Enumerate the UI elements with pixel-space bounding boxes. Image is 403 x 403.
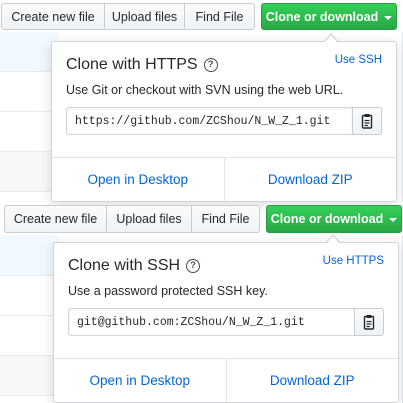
file-table-background xyxy=(0,32,58,202)
use-ssh-link[interactable]: Use SSH xyxy=(335,54,382,66)
clone-url-group xyxy=(68,308,384,336)
download-zip-link[interactable]: Download ZIP xyxy=(225,359,399,402)
dropdown-arrow-inner xyxy=(324,35,338,43)
clone-or-download-button[interactable]: Clone or download xyxy=(266,205,402,233)
clippy-icon xyxy=(361,114,373,129)
clone-dropdown: Clone with HTTPS ? Use SSH Use Git or ch… xyxy=(51,33,397,202)
dropdown-footer: Open in Desktop Download ZIP xyxy=(54,358,398,402)
use-https-link[interactable]: Use HTTPS xyxy=(323,255,384,267)
copy-url-button[interactable] xyxy=(354,308,384,336)
create-new-file-button[interactable]: Create new file xyxy=(4,205,107,233)
clone-url-input[interactable] xyxy=(66,107,352,135)
file-row xyxy=(0,152,58,192)
dropdown-arrow-inner xyxy=(326,236,340,244)
clone-title-text: Clone with HTTPS xyxy=(66,56,198,73)
create-new-file-button[interactable]: Create new file xyxy=(1,3,105,30)
file-row xyxy=(0,236,58,276)
clone-description: Use Git or checkout with SVN using the w… xyxy=(66,83,344,97)
file-row xyxy=(0,316,58,356)
clone-url-group xyxy=(66,107,382,135)
clone-dropdown: Clone with SSH ? Use HTTPS Use a passwor… xyxy=(53,234,399,403)
clone-panel-ssh: Create new file Upload files Find File C… xyxy=(0,202,403,403)
upload-files-button[interactable]: Upload files xyxy=(106,205,192,233)
caret-down-icon xyxy=(384,15,393,20)
clone-title-text: Clone with SSH xyxy=(68,257,181,274)
copy-url-button[interactable] xyxy=(352,107,382,135)
find-file-button[interactable]: Find File xyxy=(191,205,260,233)
download-zip-link[interactable]: Download ZIP xyxy=(223,158,397,201)
clone-panel-https: Create new file Upload files Find File C… xyxy=(0,0,403,202)
file-row xyxy=(0,112,58,152)
upload-files-button[interactable]: Upload files xyxy=(104,3,185,30)
dropdown-body: Clone with SSH ? Use HTTPS Use a passwor… xyxy=(54,243,398,336)
dropdown-footer: Open in Desktop Download ZIP xyxy=(52,157,396,201)
dropdown-header: Clone with SSH ? Use HTTPS xyxy=(68,255,384,275)
file-actions-group: Create new file Upload files Find File xyxy=(1,3,255,33)
clone-or-download-label: Clone or download xyxy=(270,212,384,226)
stage: Create new file Upload files Find File C… xyxy=(0,0,403,403)
file-row xyxy=(0,276,58,316)
open-in-desktop-link[interactable]: Open in Desktop xyxy=(52,158,224,201)
find-file-button[interactable]: Find File xyxy=(184,3,255,30)
file-row xyxy=(0,72,58,112)
open-in-desktop-link[interactable]: Open in Desktop xyxy=(54,359,226,402)
file-actions-group: Create new file Upload files Find File xyxy=(4,205,260,235)
clippy-icon xyxy=(363,315,375,330)
file-row xyxy=(0,356,58,396)
question-circle-icon[interactable]: ? xyxy=(186,259,201,273)
dropdown-header: Clone with HTTPS ? Use SSH xyxy=(66,54,382,74)
clone-or-download-label: Clone or download xyxy=(265,9,379,24)
clone-or-download-button[interactable]: Clone or download xyxy=(261,3,397,30)
dropdown-body: Clone with HTTPS ? Use SSH Use Git or ch… xyxy=(52,42,396,135)
clone-title: Clone with SSH ? xyxy=(68,257,201,275)
caret-down-icon xyxy=(389,218,398,222)
file-toolbar: Create new file Upload files Find File C… xyxy=(1,3,397,33)
file-table-background xyxy=(0,236,58,403)
file-toolbar: Create new file Upload files Find File C… xyxy=(4,205,402,235)
file-row xyxy=(0,32,58,72)
question-circle-icon[interactable]: ? xyxy=(203,58,218,72)
clone-description: Use a password protected SSH key. xyxy=(68,284,268,298)
clone-title: Clone with HTTPS ? xyxy=(66,56,218,74)
clone-url-input[interactable] xyxy=(68,308,354,336)
